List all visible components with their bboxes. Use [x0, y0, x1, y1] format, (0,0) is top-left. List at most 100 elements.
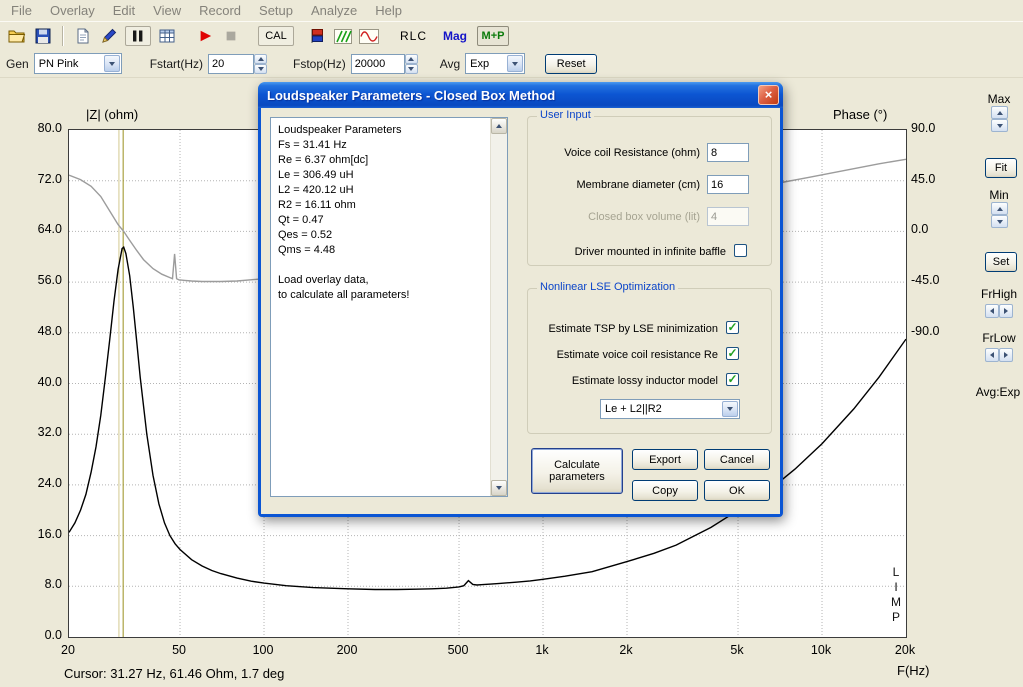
- chevron-down-icon[interactable]: [103, 55, 120, 72]
- close-button[interactable]: ×: [758, 85, 779, 105]
- menu-item-setup[interactable]: Setup: [250, 0, 302, 21]
- parameters-textbox[interactable]: Loudspeaker Parameters Fs = 31.41 Hz Re = …: [270, 117, 508, 497]
- impedance-tick-label: 48.0: [37, 323, 62, 338]
- frequency-tick-label: 20k: [894, 643, 916, 657]
- impedance-tick-label: 8.0: [44, 577, 62, 592]
- mag-button[interactable]: Mag: [443, 29, 467, 43]
- avg-select[interactable]: Exp: [465, 53, 526, 74]
- frequency-tick-label: 200: [336, 643, 358, 657]
- menu-item-file[interactable]: File: [2, 0, 41, 21]
- frhigh-arrows[interactable]: [985, 304, 1013, 318]
- frequency-tick-label: 1k: [535, 643, 549, 657]
- gen-select[interactable]: PN Pink: [33, 53, 122, 74]
- export-button-label: Export: [649, 453, 681, 466]
- parameter-line: Qes = 0.52: [278, 229, 333, 241]
- menu-item-edit[interactable]: Edit: [104, 0, 144, 21]
- impedance-tick-label: 0.0: [44, 628, 62, 642]
- copy-button-label: Copy: [652, 484, 678, 497]
- inductor-model-select[interactable]: Le + L2||R2: [600, 399, 740, 419]
- stop-icon: [226, 31, 236, 41]
- menu-item-view[interactable]: View: [144, 0, 190, 21]
- signal-generator-button[interactable]: [356, 24, 382, 48]
- pause-button[interactable]: [125, 26, 151, 46]
- membrane-diameter-label: Membrane diameter (cm): [576, 179, 700, 191]
- menu-item-analyze[interactable]: Analyze: [302, 0, 366, 21]
- frequency-tick-label: 2k: [619, 643, 633, 657]
- parameter-line: Load overlay data,: [278, 274, 369, 286]
- menu-item-overlay[interactable]: Overlay: [41, 0, 104, 21]
- fit-button[interactable]: Fit: [985, 158, 1017, 178]
- table-icon: [159, 29, 175, 43]
- membrane-diameter-input[interactable]: [707, 175, 749, 194]
- params-scrollbar[interactable]: [490, 118, 507, 496]
- parameter-line: L2 = 420.12 uH: [278, 184, 354, 196]
- dialog-titlebar[interactable]: Loudspeaker Parameters - Closed Box Meth…: [258, 82, 783, 108]
- estimate-inductor-checkbox[interactable]: ✓: [726, 373, 739, 386]
- calculate-parameters-button[interactable]: Calculate parameters: [531, 448, 623, 494]
- impedance-axis-title: |Z| (ohm): [86, 107, 139, 122]
- gen-select-value: PN Pink: [38, 57, 79, 70]
- closed-box-volume-label: Closed box volume (lit): [588, 211, 700, 223]
- frlow-arrows[interactable]: [985, 348, 1013, 362]
- mag-phase-button[interactable]: M+P: [477, 26, 510, 46]
- document-icon: [77, 28, 89, 44]
- fstop-input[interactable]: [350, 53, 405, 74]
- avg-label: Avg: [439, 56, 461, 71]
- spectrum-button[interactable]: [330, 24, 356, 48]
- infinite-baffle-checkbox[interactable]: [734, 244, 747, 257]
- chevron-down-icon[interactable]: [507, 55, 524, 72]
- fstop-label: Fstop(Hz): [293, 56, 346, 71]
- frequency-tick-label: 5k: [730, 643, 744, 657]
- overlay-document-button[interactable]: [70, 24, 96, 48]
- dual-flag-button[interactable]: [304, 24, 330, 48]
- estimate-tsp-label: Estimate TSP by LSE minimization: [548, 323, 718, 335]
- impedance-tick-label: 64.0: [37, 222, 62, 237]
- record-stop-button[interactable]: [218, 24, 244, 48]
- record-start-button[interactable]: [192, 24, 218, 48]
- fstart-spinner[interactable]: [254, 53, 268, 74]
- scroll-up-button[interactable]: [491, 118, 507, 134]
- parameter-line: Loudspeaker Parameters: [278, 124, 402, 136]
- save-button[interactable]: [30, 24, 56, 48]
- export-button[interactable]: Export: [632, 449, 698, 470]
- impedance-tick-label: 80.0: [37, 121, 62, 135]
- parameter-line: R2 = 16.11 ohm: [278, 199, 356, 211]
- menu-item-record[interactable]: Record: [190, 0, 250, 21]
- min-spinner[interactable]: [991, 202, 1008, 228]
- ok-button[interactable]: OK: [704, 480, 770, 501]
- save-floppy-icon: [35, 28, 51, 44]
- fstop-spinner[interactable]: [404, 53, 418, 74]
- pen-edit-button[interactable]: [96, 24, 122, 48]
- frequency-tick-label: 20: [61, 643, 75, 657]
- estimate-tsp-checkbox[interactable]: ✓: [726, 321, 739, 334]
- fstart-label: Fstart(Hz): [149, 56, 204, 71]
- user-input-caption: User Input: [537, 109, 594, 121]
- frhigh-label: FrHigh: [980, 287, 1017, 301]
- closed-box-volume-input: [707, 207, 749, 226]
- parameter-line: Re = 6.37 ohm[dc]: [278, 154, 369, 166]
- voice-coil-resistance-input[interactable]: [707, 143, 749, 162]
- max-spinner[interactable]: [991, 106, 1008, 132]
- menu-item-help[interactable]: Help: [366, 0, 411, 21]
- avg-select-value: Exp: [470, 57, 490, 70]
- phase-tick-label: 45.0: [911, 171, 936, 186]
- estimate-re-checkbox[interactable]: ✓: [726, 347, 739, 360]
- table-button[interactable]: [154, 24, 180, 48]
- phase-tick-label: -90.0: [911, 323, 940, 338]
- scroll-down-button[interactable]: [491, 480, 507, 496]
- open-button[interactable]: [4, 24, 30, 48]
- fstart-input[interactable]: [208, 53, 255, 74]
- impedance-tick-label: 16.0: [37, 526, 62, 541]
- copy-button[interactable]: Copy: [632, 480, 698, 501]
- rlc-button[interactable]: RLC: [400, 29, 427, 43]
- chevron-down-icon[interactable]: [722, 401, 738, 417]
- generator-controls: Gen PN Pink Fstart(Hz) Fstop(Hz) Avg Exp…: [0, 50, 1023, 78]
- cal-button[interactable]: CAL: [258, 26, 294, 46]
- parameter-line: Le = 306.49 uH: [278, 169, 354, 181]
- max-label: Max: [987, 92, 1011, 106]
- cancel-button[interactable]: Cancel: [704, 449, 770, 470]
- dual-flag-icon: [311, 29, 323, 43]
- min-label: Min: [989, 188, 1009, 202]
- reset-button[interactable]: Reset: [545, 53, 598, 74]
- set-button[interactable]: Set: [985, 252, 1017, 272]
